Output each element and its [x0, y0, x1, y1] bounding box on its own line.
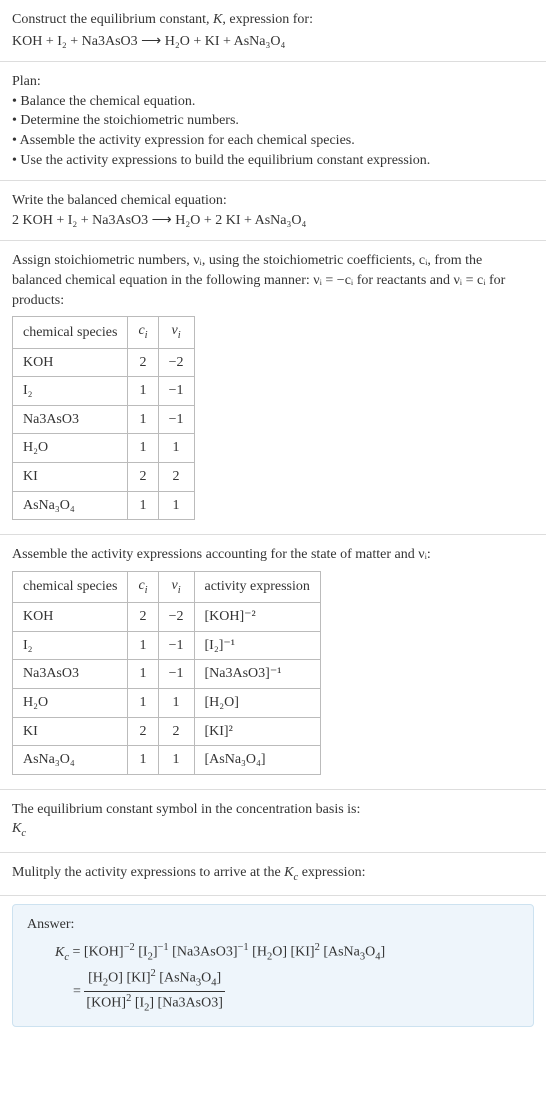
cell-vi: −1	[158, 405, 194, 434]
stoich-intro: Assign stoichiometric numbers, νᵢ, using…	[12, 251, 534, 310]
table-row: H₂O 1 1	[13, 434, 195, 463]
answer-box: Answer: Kc = [KOH]−2 [I2]−1 [Na3AsO3]−1 …	[12, 904, 534, 1027]
cell-ci: 1	[128, 660, 158, 689]
balanced-equation: 2 KOH + I₂ + Na3AsO3 ⟶ H₂O + 2 KI + AsNa…	[12, 211, 534, 231]
cell-species: KOH	[13, 348, 128, 377]
cell-ci: 2	[128, 717, 158, 746]
fraction-denominator: [KOH]2 [I2] [Na3AsO3]	[84, 992, 224, 1016]
cell-vi: 1	[158, 491, 194, 520]
cell-ci: 2	[128, 462, 158, 491]
balanced-section: Write the balanced chemical equation: 2 …	[0, 181, 546, 241]
answer-line-2: = [H2O] [KI]2 [AsNa3O4] [KOH]2 [I2] [Na3…	[27, 967, 519, 1016]
col-species: chemical species	[13, 571, 128, 602]
col-vi: νi	[158, 317, 194, 348]
cell-vi: 2	[158, 717, 194, 746]
cell-expr: [KI]²	[194, 717, 320, 746]
plan-list: Balance the chemical equation. Determine…	[12, 92, 534, 170]
cell-species: Na3AsO3	[13, 405, 128, 434]
cell-vi: 1	[158, 746, 194, 775]
activity-section: Assemble the activity expressions accoun…	[0, 535, 546, 790]
table-row: KOH 2 −2 [KOH]⁻²	[13, 603, 321, 632]
question-title: Construct the equilibrium constant, K, e…	[12, 10, 534, 30]
answer-label: Answer:	[27, 915, 519, 935]
cell-ci: 1	[128, 405, 158, 434]
question-section: Construct the equilibrium constant, K, e…	[0, 0, 546, 62]
cell-ci: 2	[128, 603, 158, 632]
plan-item: Determine the stoichiometric numbers.	[12, 111, 534, 131]
table-row: KI 2 2	[13, 462, 195, 491]
plan-title: Plan:	[12, 72, 534, 92]
stoich-section: Assign stoichiometric numbers, νᵢ, using…	[0, 241, 546, 535]
cell-vi: −2	[158, 348, 194, 377]
table-row: Na3AsO3 1 −1	[13, 405, 195, 434]
cell-species: Na3AsO3	[13, 660, 128, 689]
cell-expr: [AsNa₃O₄]	[194, 746, 320, 775]
cell-species: AsNa₃O₄	[13, 746, 128, 775]
fraction-numerator: [H2O] [KI]2 [AsNa3O4]	[84, 967, 224, 992]
equals-sign: =	[73, 984, 84, 999]
plan-item: Balance the chemical equation.	[12, 92, 534, 112]
cell-species: I₂	[13, 377, 128, 406]
answer-line-1: Kc = [KOH]−2 [I2]−1 [Na3AsO3]−1 [H2O] [K…	[27, 941, 519, 965]
cell-species: AsNa₃O₄	[13, 491, 128, 520]
cell-species: H₂O	[13, 434, 128, 463]
cell-ci: 1	[128, 434, 158, 463]
cell-expr: [I₂]⁻¹	[194, 631, 320, 660]
col-ci: ci	[128, 317, 158, 348]
table-row: KI 2 2 [KI]²	[13, 717, 321, 746]
table-row: KOH 2 −2	[13, 348, 195, 377]
cell-species: KI	[13, 462, 128, 491]
cell-species: KOH	[13, 603, 128, 632]
multiply-section: Mulitply the activity expressions to arr…	[0, 853, 546, 896]
plan-item: Use the activity expressions to build th…	[12, 151, 534, 171]
cell-vi: −1	[158, 660, 194, 689]
table-header-row: chemical species ci νi	[13, 317, 195, 348]
plan-section: Plan: Balance the chemical equation. Det…	[0, 62, 546, 181]
cell-ci: 1	[128, 746, 158, 775]
kc-symbol-text: The equilibrium constant symbol in the c…	[12, 800, 534, 820]
cell-ci: 2	[128, 348, 158, 377]
table-header-row: chemical species ci νi activity expressi…	[13, 571, 321, 602]
kc-symbol-section: The equilibrium constant symbol in the c…	[0, 790, 546, 853]
balanced-title: Write the balanced chemical equation:	[12, 191, 534, 211]
cell-vi: 1	[158, 434, 194, 463]
activity-table: chemical species ci νi activity expressi…	[12, 571, 321, 775]
cell-vi: −1	[158, 377, 194, 406]
cell-vi: 1	[158, 689, 194, 718]
table-row: Na3AsO3 1 −1 [Na3AsO3]⁻¹	[13, 660, 321, 689]
cell-ci: 1	[128, 631, 158, 660]
cell-species: I₂	[13, 631, 128, 660]
cell-expr: [KOH]⁻²	[194, 603, 320, 632]
table-row: I₂ 1 −1	[13, 377, 195, 406]
multiply-text: Mulitply the activity expressions to arr…	[12, 865, 365, 880]
col-species: chemical species	[13, 317, 128, 348]
table-row: AsNa₃O₄ 1 1	[13, 491, 195, 520]
col-expr: activity expression	[194, 571, 320, 602]
table-row: AsNa₃O₄ 1 1 [AsNa₃O₄]	[13, 746, 321, 775]
activity-intro: Assemble the activity expressions accoun…	[12, 545, 534, 565]
cell-species: H₂O	[13, 689, 128, 718]
kc-symbol: Kc	[12, 819, 534, 841]
unbalanced-equation: KOH + I₂ + Na3AsO3 ⟶ H₂O + KI + AsNa₃O₄	[12, 32, 534, 52]
cell-species: KI	[13, 717, 128, 746]
answer-fraction: [H2O] [KI]2 [AsNa3O4] [KOH]2 [I2] [Na3As…	[84, 967, 224, 1016]
cell-vi: −2	[158, 603, 194, 632]
table-row: I₂ 1 −1 [I₂]⁻¹	[13, 631, 321, 660]
cell-expr: [Na3AsO3]⁻¹	[194, 660, 320, 689]
table-row: H₂O 1 1 [H₂O]	[13, 689, 321, 718]
col-vi: νi	[158, 571, 194, 602]
cell-vi: −1	[158, 631, 194, 660]
plan-item: Assemble the activity expression for eac…	[12, 131, 534, 151]
stoich-table: chemical species ci νi KOH 2 −2 I₂ 1 −1 …	[12, 316, 195, 520]
col-ci: ci	[128, 571, 158, 602]
cell-ci: 1	[128, 689, 158, 718]
cell-vi: 2	[158, 462, 194, 491]
cell-expr: [H₂O]	[194, 689, 320, 718]
cell-ci: 1	[128, 491, 158, 520]
cell-ci: 1	[128, 377, 158, 406]
